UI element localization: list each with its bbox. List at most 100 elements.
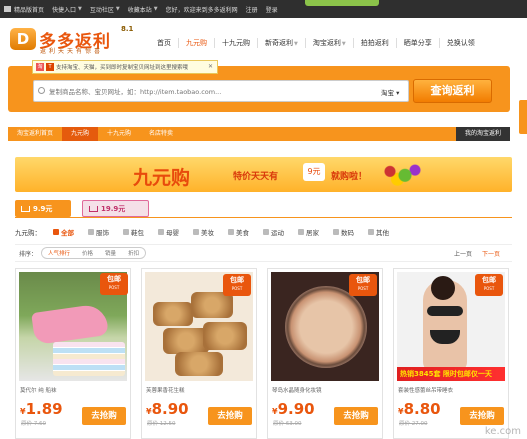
category-label: 居家 <box>306 229 319 237</box>
divider <box>15 217 512 218</box>
free-shipping-badge: 包邮 POST <box>223 274 251 296</box>
my-taobao-rebate-link[interactable]: 我的淘宝返利 <box>455 127 510 141</box>
topbar-quick-entry[interactable]: 快捷入口 ▼ <box>52 5 82 14</box>
subnav-item-taobao-home[interactable]: 淘宝返利首页 <box>8 127 62 141</box>
search-box: 淘宝 ▾ <box>33 80 409 102</box>
buy-button[interactable]: 去抢购 <box>208 407 252 425</box>
sort-discount[interactable]: 折扣 <box>122 248 145 258</box>
buy-button[interactable]: 去抢购 <box>334 407 378 425</box>
search-button[interactable]: 查询返利 <box>413 79 492 103</box>
sort-options: 人气排行 价格 销量 折扣 <box>41 247 147 259</box>
category-label: 美食 <box>236 229 249 237</box>
product-image[interactable]: 包邮 POST <box>271 272 379 381</box>
category-home[interactable]: 居家 <box>298 227 319 237</box>
product-title[interactable]: 芙蓉果香花生糕 <box>146 386 185 394</box>
sort-popularity[interactable]: 人气排行 <box>42 248 76 258</box>
product-title[interactable]: 琴岛水晶随身化妆镜 <box>272 386 322 394</box>
sock-stack-shape <box>53 342 125 376</box>
sort-label: 排序： <box>19 250 38 258</box>
close-icon[interactable]: ✕ <box>208 63 213 70</box>
category-food[interactable]: 美食 <box>228 227 249 237</box>
tab-19-9[interactable]: 19.9元 <box>82 200 149 217</box>
watermark-text: ke.com <box>484 426 521 437</box>
sort-price[interactable]: 价格 <box>76 248 99 258</box>
product-title[interactable]: 套装性感蕾丝吊带睡衣 <box>398 386 453 394</box>
chevron-down-icon: ▾ <box>396 89 400 97</box>
banner-title: 九元购 <box>133 167 191 189</box>
promo-strip: 热销3845套 限时包邮仅一天 <box>397 367 505 381</box>
category-sports[interactable]: 运动 <box>263 227 284 237</box>
nut-shape <box>175 352 223 376</box>
tab-9-9-label: 9.9元 <box>33 204 53 213</box>
category-label: 其他 <box>376 229 389 237</box>
home-icon <box>298 229 304 235</box>
topbar-home[interactable]: 精品版首页 <box>4 5 44 14</box>
product-card[interactable]: 包邮 POST 热销3845套 限时包邮仅一天 套装性感蕾丝吊带睡衣 ¥8.80 … <box>393 268 509 439</box>
grid-icon <box>53 229 59 235</box>
nav-item-taobao[interactable]: 淘宝返利▼ <box>304 38 353 48</box>
side-float-tab[interactable] <box>519 100 527 134</box>
subnav-item-brand-sale[interactable]: 名店特卖 <box>140 127 182 141</box>
category-label: 母婴 <box>166 229 179 237</box>
badge-sub: POST <box>231 286 243 291</box>
product-price: ¥8.90 <box>146 400 189 418</box>
banner-decoration <box>375 161 425 187</box>
prev-page-link[interactable]: 上一页 <box>454 249 472 258</box>
category-baby[interactable]: 母婴 <box>158 227 179 237</box>
topbar-welcome: 您好，欢迎来到多多返利网 <box>166 5 238 14</box>
tip-text: 支持淘宝、天猫，买到即时复制宝贝网址到这里搜索哦 <box>56 65 189 71</box>
product-price: ¥9.90 <box>272 400 315 418</box>
category-all[interactable]: 全部 <box>53 227 74 237</box>
promo-banner: 九元购 特价天天有 9元 就购啦！ <box>15 157 512 192</box>
search-input[interactable] <box>49 85 349 98</box>
topbar-community[interactable]: 互动社区 ▼ <box>90 5 120 14</box>
banner-slogan: 特价天天有 <box>233 172 279 182</box>
nav-item-home[interactable]: 首页 <box>150 38 178 48</box>
subnav-item-9yuan[interactable]: 九元购 <box>62 127 99 141</box>
topbar-community-label: 互动社区 <box>89 6 114 14</box>
original-price: 原价 63.00 <box>273 421 302 427</box>
subnav-item-19yuan[interactable]: 十九元购 <box>98 127 140 141</box>
taobao-icon: 淘 <box>36 63 44 71</box>
site-logo[interactable]: D 多多返利 8.1 返利天天有惊喜 <box>10 25 138 55</box>
register-link[interactable]: 注册 <box>246 5 258 14</box>
free-shipping-badge: 包邮 POST <box>349 274 377 296</box>
bag-icon <box>123 229 129 235</box>
product-card[interactable]: 包邮 POST 芙蓉果香花生糕 ¥8.90 原价 12.50 去抢购 <box>141 268 257 439</box>
tmall-icon: T <box>46 63 54 71</box>
topbar-favorite[interactable]: 收藏本站 ▼ <box>128 5 158 14</box>
badge-text: 包邮 <box>230 276 244 284</box>
next-page-link[interactable]: 下一页 <box>482 249 500 258</box>
chevron-down-icon: ▼ <box>78 6 82 12</box>
topbar-home-label: 精品版首页 <box>14 6 45 14</box>
product-title[interactable]: 莫代尔 纯 船袜 <box>20 386 57 394</box>
register-label: 注册 <box>245 6 258 14</box>
nut-shape <box>153 302 193 326</box>
product-card[interactable]: 包邮 POST 琴岛水晶随身化妆镜 ¥9.90 原价 63.00 去抢购 <box>267 268 383 439</box>
buy-button[interactable]: 去抢购 <box>460 407 504 425</box>
sort-sales[interactable]: 销量 <box>99 248 122 258</box>
search-type-select[interactable]: 淘宝 ▾ <box>381 87 399 97</box>
buy-button[interactable]: 去抢购 <box>82 407 126 425</box>
nav-item-share[interactable]: 晒单分享 <box>395 38 439 48</box>
category-other[interactable]: 其他 <box>368 227 389 237</box>
top-bar: 精品版首页 快捷入口 ▼ 互动社区 ▼ 收藏本站 ▼ 您好，欢迎来到多多返利网 注册 … <box>0 0 527 18</box>
nav-item-novelty[interactable]: 新奇返利▼ <box>257 38 305 48</box>
product-image[interactable]: 包邮 POST 热销3845套 限时包邮仅一天 <box>397 272 505 381</box>
category-clothing[interactable]: 服饰 <box>88 227 109 237</box>
nav-item-9yuan[interactable]: 九元购 <box>178 38 214 48</box>
product-image[interactable]: 包邮 POST <box>145 272 253 381</box>
tab-9-9[interactable]: 9.9元 <box>15 200 71 217</box>
top-green-tab <box>305 0 379 6</box>
login-link[interactable]: 登录 <box>266 5 278 14</box>
nav-item-paipai[interactable]: 拍拍返利 <box>352 38 396 48</box>
login-label: 登录 <box>265 6 278 14</box>
category-beauty[interactable]: 美妆 <box>193 227 214 237</box>
category-digital[interactable]: 数码 <box>333 227 354 237</box>
nut-shape <box>203 322 247 350</box>
category-shoes-bags[interactable]: 鞋包 <box>123 227 144 237</box>
home-icon <box>4 6 11 12</box>
free-shipping-badge: 包邮 POST <box>100 273 128 295</box>
nav-item-exchange[interactable]: 兑换认领 <box>438 38 482 48</box>
nav-item-19yuan[interactable]: 十九元购 <box>214 38 257 48</box>
